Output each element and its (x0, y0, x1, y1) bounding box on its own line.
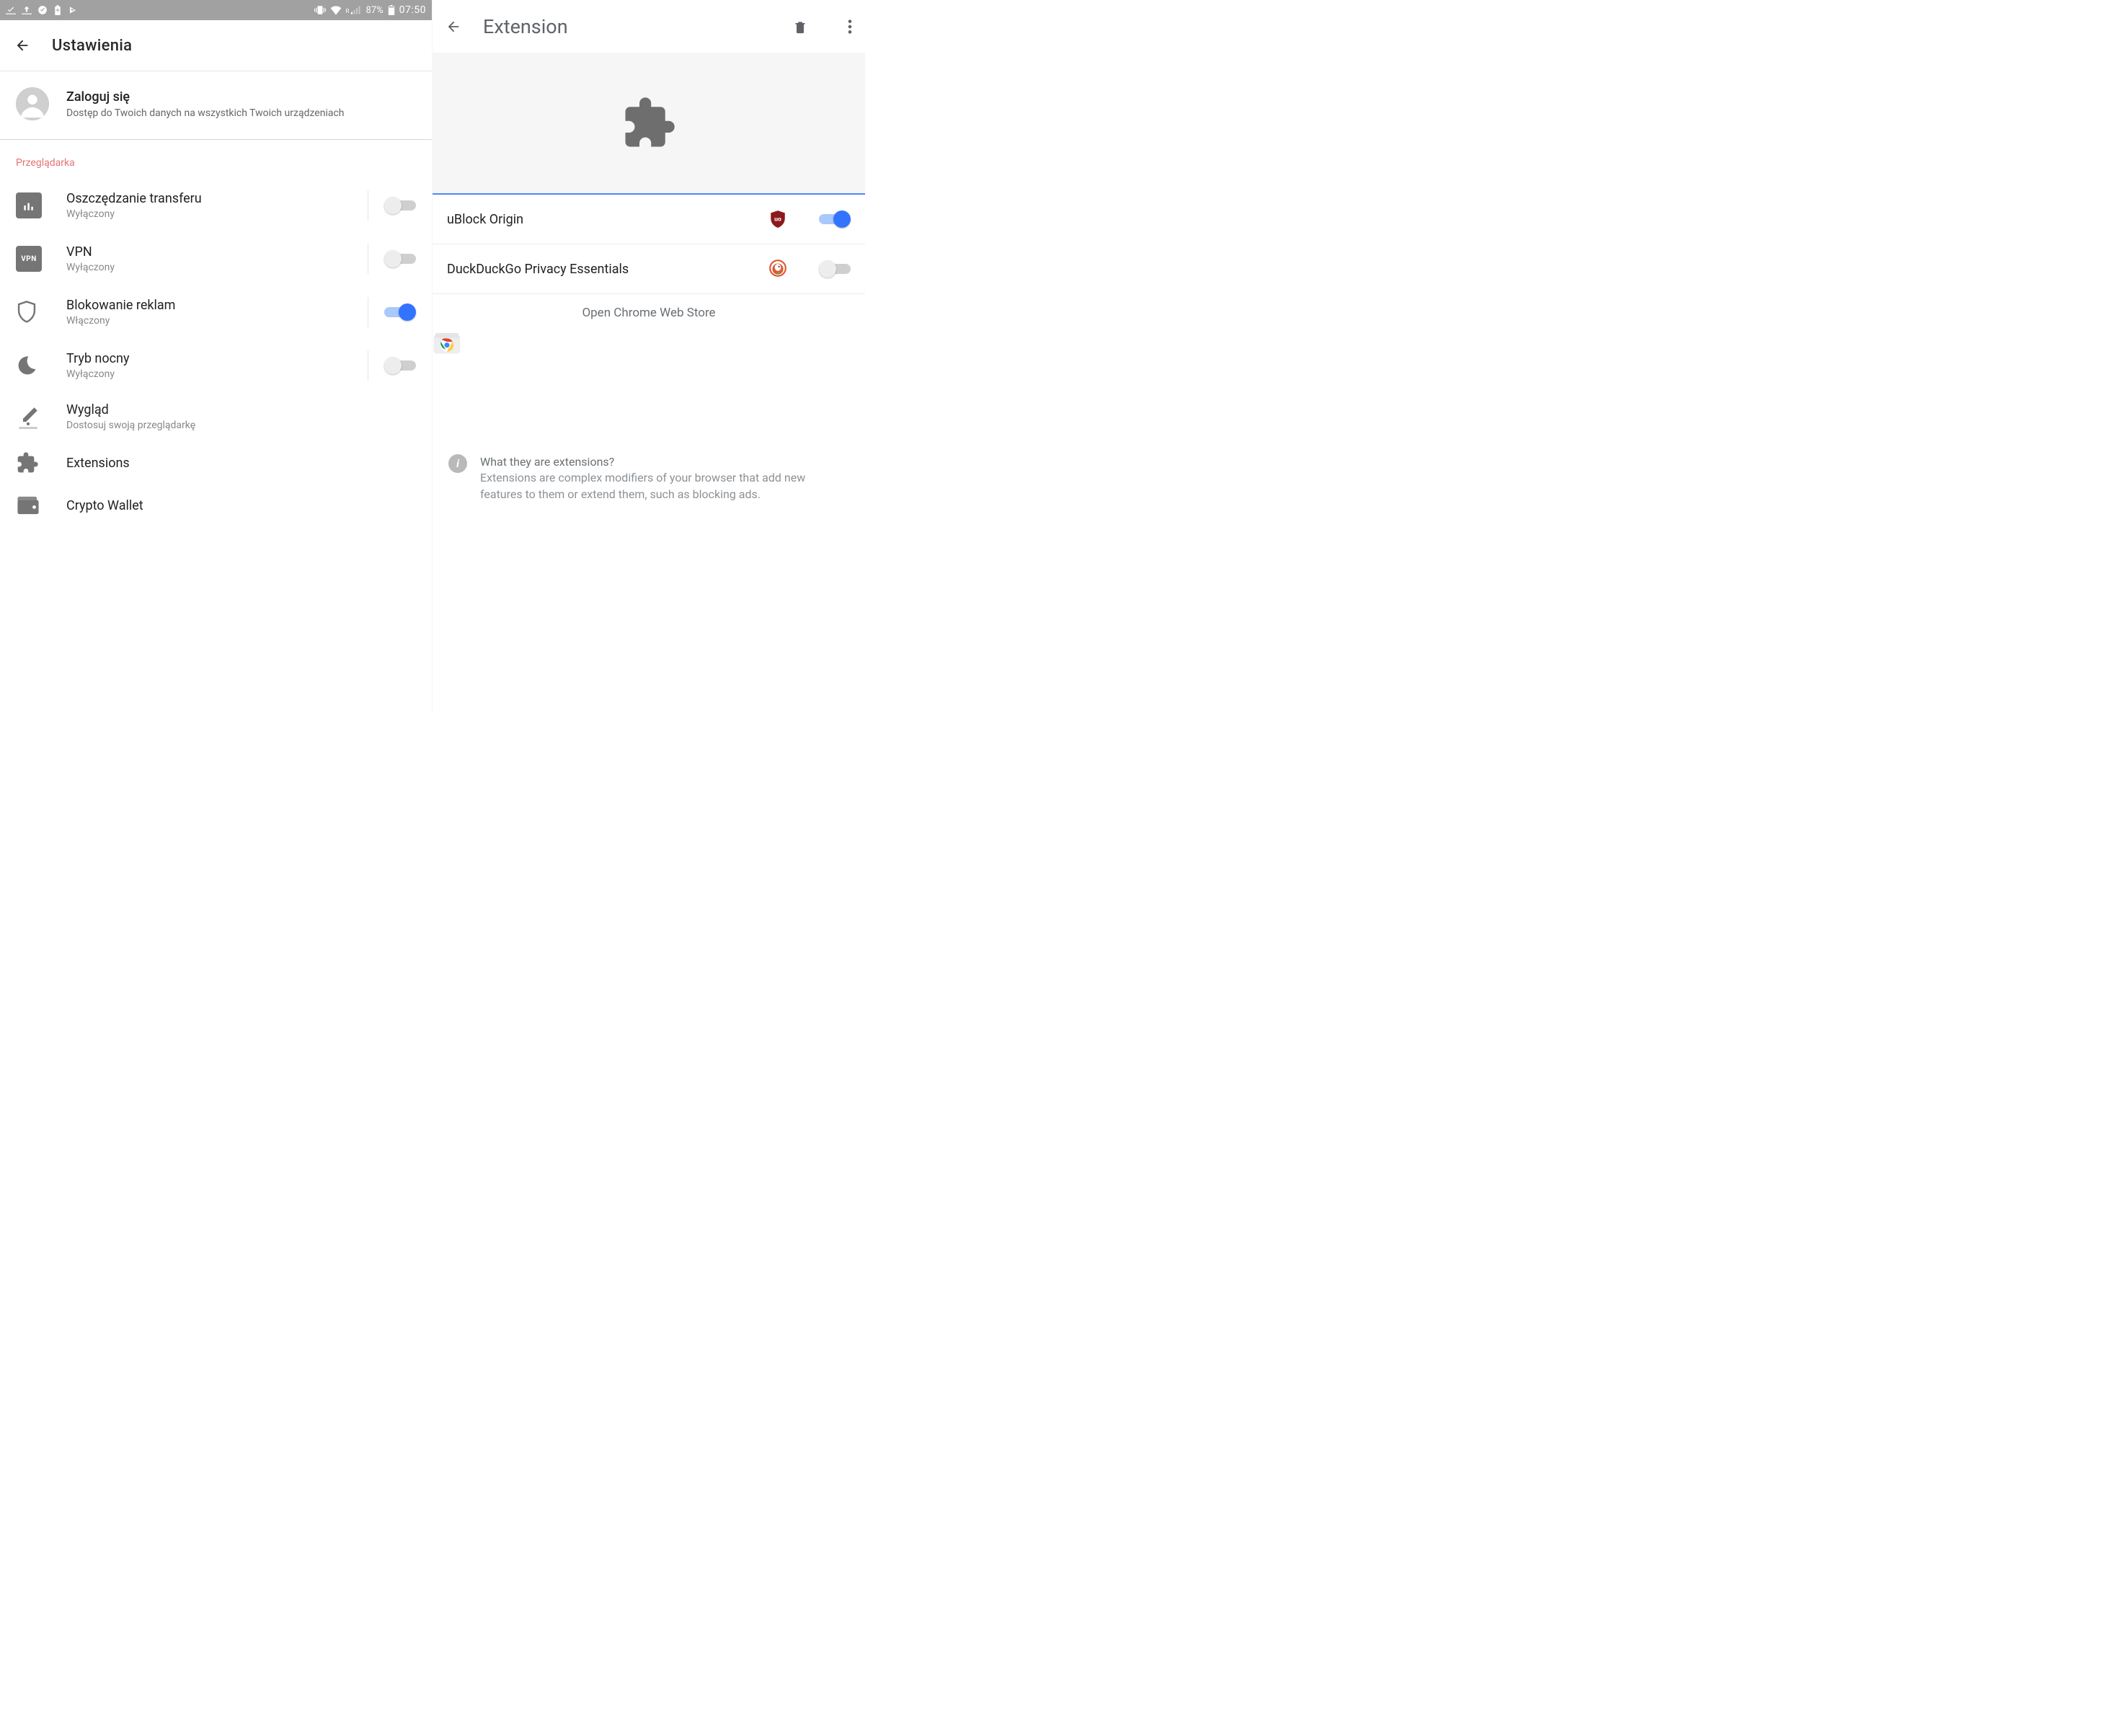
extension-name: uBlock Origin (447, 212, 758, 227)
clock: 07:50 (399, 4, 426, 16)
extension-name: DuckDuckGo Privacy Essentials (447, 262, 758, 277)
vibrate-icon (314, 5, 326, 15)
info-body: Extensions are complex modifiers of your… (480, 470, 849, 502)
setting-title: Tryb nocny (66, 351, 362, 366)
svg-text:uo: uo (774, 216, 781, 223)
page-title: Ustawienia (52, 37, 132, 55)
setting-subtitle: Włączony (66, 315, 362, 327)
webstore-label: Open Chrome Web Store (433, 306, 865, 320)
puzzle-small-icon (16, 451, 66, 474)
setting-toggle[interactable] (384, 197, 416, 214)
setting-toggle[interactable] (384, 304, 416, 321)
duckduckgo-icon (768, 259, 789, 279)
paint-icon (16, 404, 66, 429)
login-subtitle: Dostęp do Twoich danych na wszystkich Tw… (66, 107, 345, 119)
login-row[interactable]: Zaloguj się Dostęp do Twoich danych na w… (0, 71, 432, 139)
setting-row[interactable]: VPNVPNWyłączony (0, 232, 432, 285)
setting-row[interactable]: Wygląd Dostosuj swoją przeglądarkę (0, 392, 432, 441)
setting-title: Wygląd (66, 402, 416, 417)
appbar-left: Ustawienia (0, 20, 432, 71)
setting-subtitle: Wyłączony (66, 368, 362, 380)
bars-icon (16, 192, 66, 218)
play-protect-icon (68, 5, 78, 15)
back-arrow-icon[interactable] (14, 37, 30, 53)
wallet-icon (16, 495, 66, 516)
info-icon: i (448, 454, 467, 473)
login-title: Zaloguj się (66, 89, 345, 105)
extension-row[interactable]: uBlock Origin uo (433, 195, 865, 244)
info-block: i What they are extensions? Extensions a… (433, 454, 865, 502)
wifi-icon (330, 5, 342, 15)
extension-header (433, 53, 865, 195)
extension-toggle[interactable] (819, 211, 851, 228)
battery-plus-icon (53, 5, 62, 15)
setting-title: VPN (66, 244, 362, 260)
check-circle-icon (37, 5, 48, 15)
extension-row[interactable]: DuckDuckGo Privacy Essentials (433, 244, 865, 294)
moon-icon (16, 355, 66, 376)
roaming-label: R (346, 8, 350, 14)
download-done-icon (6, 5, 16, 15)
extension-toggle[interactable] (819, 260, 851, 278)
setting-row[interactable]: Oszczędzanie transferu Wyłączony (0, 179, 432, 232)
setting-row[interactable]: Extensions (0, 441, 432, 484)
setting-subtitle: Dostosuj swoją przeglądarkę (66, 420, 416, 431)
battery-icon (388, 5, 395, 15)
vpn-icon: VPN (16, 246, 66, 272)
setting-row[interactable]: Tryb nocny Wyłączony (0, 339, 432, 392)
settings-screen: R 87% 07:50 Ustawienia Zaloguj się Dostę… (0, 0, 433, 714)
puzzle-icon (621, 95, 677, 151)
setting-title: Oszczędzanie transferu (66, 191, 362, 206)
setting-toggle[interactable] (384, 250, 416, 267)
chrome-webstore-icon (433, 326, 865, 355)
trash-icon[interactable] (793, 19, 807, 35)
setting-title: Crypto Wallet (66, 498, 416, 513)
setting-subtitle: Wyłączony (66, 208, 362, 220)
ublock-icon: uo (768, 209, 789, 229)
back-arrow-icon[interactable] (446, 19, 461, 35)
extensions-screen: Extension uBlock Origin uo DuckDuckGo Priv… (433, 0, 865, 714)
section-label: Przeglądarka (0, 140, 432, 179)
statusbar: R 87% 07:50 (0, 0, 432, 20)
upload-icon (22, 5, 32, 15)
setting-subtitle: Wyłączony (66, 262, 362, 273)
signal-roaming-icon: R (346, 6, 362, 14)
info-question: What they are extensions? (480, 454, 849, 470)
setting-row[interactable]: Blokowanie reklam Włączony (0, 285, 432, 339)
webstore-row[interactable]: Open Chrome Web Store (433, 294, 865, 360)
setting-row[interactable]: Crypto Wallet (0, 484, 432, 526)
setting-title: Extensions (66, 456, 416, 471)
more-vert-icon[interactable] (848, 19, 852, 35)
page-title: Extension (483, 15, 568, 38)
battery-pct: 87% (365, 5, 383, 16)
shield-outline-icon (16, 300, 66, 324)
appbar-right: Extension (433, 0, 865, 53)
setting-title: Blokowanie reklam (66, 298, 362, 313)
avatar-icon (16, 87, 49, 120)
setting-toggle[interactable] (384, 357, 416, 374)
